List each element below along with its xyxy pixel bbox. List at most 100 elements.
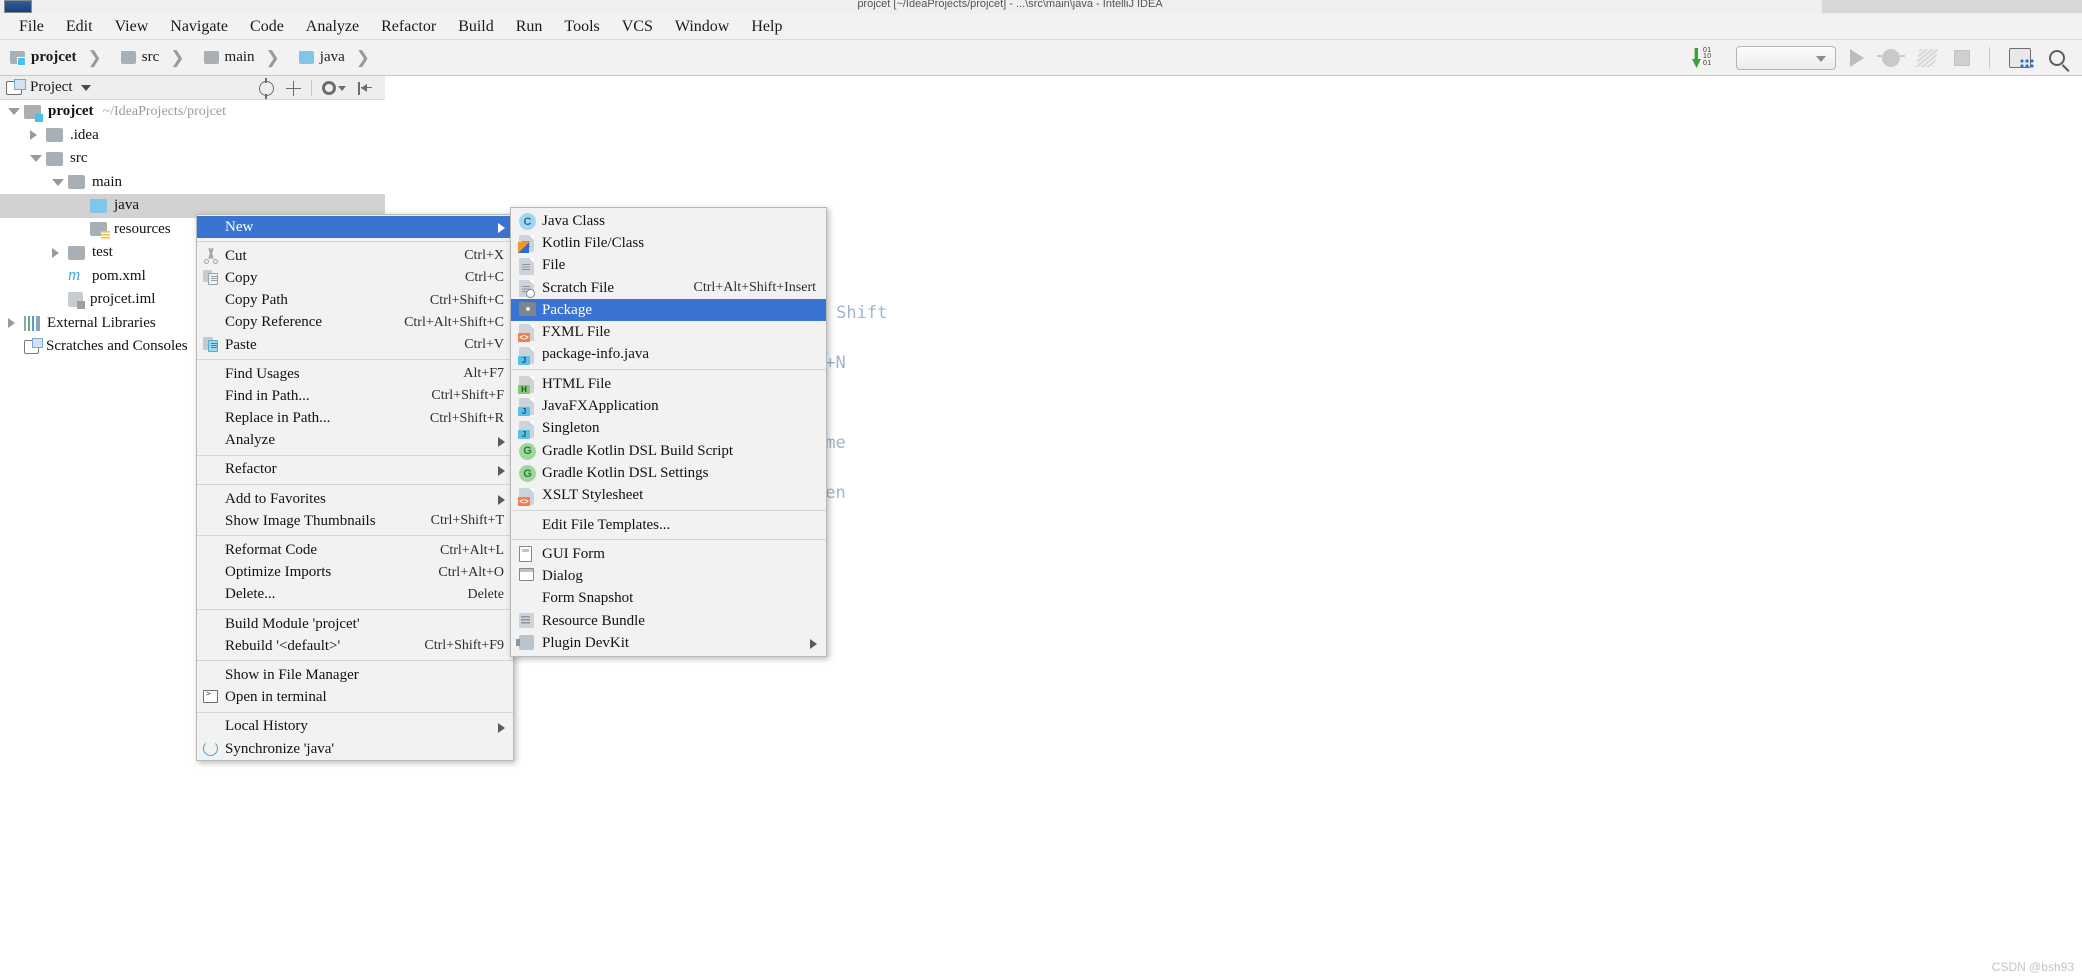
menu-navigate[interactable]: Navigate — [159, 16, 239, 38]
tree-collapse-arrow[interactable] — [30, 155, 46, 163]
context-menu-item-analyze[interactable]: Analyze — [197, 430, 513, 452]
window-controls[interactable] — [1822, 0, 2082, 13]
new-submenu-item-form-snapshot[interactable]: Form Snapshot — [511, 588, 826, 610]
new-submenu-item-javafxapplication[interactable]: J JavaFXApplication — [511, 395, 826, 417]
breadcrumb-item-projcet[interactable]: projcet — [0, 40, 77, 76]
tree-expand-arrow[interactable] — [30, 130, 46, 141]
new-submenu-item-kotlin-file-class[interactable]: Kotlin File/Class — [511, 232, 826, 254]
new-submenu-item-edit-file-templates[interactable]: Edit File Templates... — [511, 514, 826, 536]
stop-icon[interactable] — [1954, 50, 1970, 66]
context-menu-item-build-module-projcet[interactable]: Build Module 'projcet' — [197, 613, 513, 635]
tree-node-src[interactable]: src — [0, 147, 385, 171]
chevron-down-icon[interactable] — [80, 84, 91, 91]
hide-icon[interactable] — [358, 81, 373, 95]
new-submenu: C Java Class Kotlin File/Class File Scratch … — [510, 207, 827, 657]
menu-window[interactable]: Window — [664, 16, 740, 38]
tree-expand-arrow[interactable] — [52, 247, 68, 258]
new-submenu-item-dialog[interactable]: Dialog — [511, 565, 826, 587]
menu-item-shortcut: Delete — [467, 586, 504, 602]
context-menu-item-synchronize-java[interactable]: Synchronize 'java' — [197, 738, 513, 760]
context-menu-item-optimize-imports[interactable]: Optimize Imports Ctrl+Alt+O — [197, 562, 513, 584]
context-menu-item-show-in-file-manager[interactable]: Show in File Manager — [197, 664, 513, 686]
source-folder-icon — [90, 198, 107, 213]
new-submenu-item-java-class[interactable]: C Java Class — [511, 210, 826, 232]
context-menu-item-cut[interactable]: Cut Ctrl+X — [197, 245, 513, 267]
new-submenu-item-gui-form[interactable]: GUI Form — [511, 543, 826, 565]
settings-icon[interactable] — [322, 81, 346, 95]
context-menu-item-reformat-code[interactable]: Reformat Code Ctrl+Alt+L — [197, 539, 513, 561]
menu-refactor[interactable]: Refactor — [370, 16, 447, 38]
context-menu-item-show-image-thumbnails[interactable]: Show Image Thumbnails Ctrl+Shift+T — [197, 510, 513, 532]
menu-code[interactable]: Code — [239, 16, 295, 38]
menu-edit[interactable]: Edit — [55, 16, 104, 38]
new-submenu-item-package-info-java[interactable]: Jpackage-info.java — [511, 344, 826, 366]
context-menu-item-find-usages[interactable]: Find Usages Alt+F7 — [197, 363, 513, 385]
menu-label: Help — [751, 17, 783, 35]
context-menu-item-copy-reference[interactable]: Copy Reference Ctrl+Alt+Shift+C — [197, 312, 513, 334]
context-menu-item-rebuild-default[interactable]: Rebuild '<default>' Ctrl+Shift+F9 — [197, 635, 513, 657]
package-icon — [519, 302, 536, 319]
search-everywhere-icon[interactable] — [2049, 50, 2065, 66]
context-menu-item-refactor[interactable]: Refactor — [197, 459, 513, 481]
new-submenu-item-gradle-kotlin-dsl-settings[interactable]: G Gradle Kotlin DSL Settings — [511, 462, 826, 484]
new-submenu-item-plugin-devkit[interactable]: Plugin DevKit — [511, 632, 826, 654]
new-submenu-item-package[interactable]: Package — [511, 299, 826, 322]
run-icon[interactable] — [1850, 49, 1864, 67]
menu-item-shortcut: Ctrl+Shift+R — [429, 410, 504, 426]
new-submenu-item-scratch-file[interactable]: Scratch File Ctrl+Alt+Shift+Insert — [511, 277, 826, 299]
database-icon[interactable] — [2009, 48, 2035, 70]
menu-item-label: Copy — [225, 269, 258, 286]
context-menu-item-add-to-favorites[interactable]: Add to Favorites — [197, 488, 513, 510]
folder-icon — [68, 175, 85, 190]
breadcrumb-item-src[interactable]: src — [111, 40, 159, 76]
gui-form-icon — [519, 546, 536, 563]
context-menu-item-replace-in-path[interactable]: Replace in Path... Ctrl+Shift+R — [197, 408, 513, 430]
select-opened-file-icon[interactable] — [259, 77, 274, 99]
breadcrumb-item-main[interactable]: main — [194, 40, 255, 76]
new-submenu-item-fxml-file[interactable]: <> FXML File — [511, 321, 826, 343]
context-menu-item-open-in-terminal[interactable]: Open in terminal — [197, 687, 513, 709]
menu-help[interactable]: Help — [740, 16, 793, 38]
new-submenu-item-file[interactable]: File — [511, 255, 826, 277]
java-class-icon: C — [519, 213, 536, 230]
chevron-icon — [30, 130, 37, 141]
menu-bar: File Edit View Navigate Code Analyze Refactor B… — [0, 14, 2082, 40]
tree-collapse-arrow[interactable] — [8, 108, 24, 116]
menu-build[interactable]: Build — [447, 16, 505, 38]
tree-expand-arrow[interactable] — [8, 318, 24, 329]
menu-run[interactable]: Run — [505, 16, 554, 38]
tree-node-main[interactable]: main — [0, 171, 385, 195]
menu-file[interactable]: File — [8, 16, 55, 38]
menu-view[interactable]: View — [104, 16, 160, 38]
menu-separator — [197, 359, 513, 361]
submenu-item-label: Gradle Kotlin DSL Settings — [542, 464, 709, 481]
menu-analyze[interactable]: Analyze — [295, 16, 370, 38]
new-submenu-item-gradle-kotlin-dsl-build-script[interactable]: G Gradle Kotlin DSL Build Script — [511, 440, 826, 462]
tree-node--idea[interactable]: .idea — [0, 124, 385, 148]
menu-vcs[interactable]: VCS — [611, 16, 664, 38]
context-menu-item-local-history[interactable]: Local History — [197, 716, 513, 738]
run-with-coverage-icon[interactable] — [1916, 49, 1938, 67]
context-menu-item-find-in-path[interactable]: Find in Path... Ctrl+Shift+F — [197, 385, 513, 407]
run-configuration-selector[interactable] — [1736, 46, 1836, 70]
new-submenu-item-resource-bundle[interactable]: Resource Bundle — [511, 610, 826, 632]
context-menu-item-delete[interactable]: Delete... Delete — [197, 584, 513, 606]
tree-node-projcet[interactable]: projcet ~/IdeaProjects/projcet — [0, 100, 385, 124]
tree-node-label: External Libraries — [47, 314, 156, 331]
collapse-all-icon[interactable] — [286, 80, 301, 96]
update-project-icon[interactable]: 01 10 01 — [1692, 47, 1722, 69]
breadcrumb-item-java[interactable]: java — [289, 40, 345, 76]
new-submenu-item-xslt-stylesheet[interactable]: <> XSLT Stylesheet — [511, 485, 826, 507]
tree-collapse-arrow[interactable] — [52, 178, 68, 186]
new-submenu-item-singleton[interactable]: J Singleton — [511, 418, 826, 440]
context-menu-item-paste[interactable]: Paste Ctrl+V — [197, 334, 513, 356]
menu-tools[interactable]: Tools — [553, 16, 610, 38]
context-menu-item-copy[interactable]: Copy Ctrl+C — [197, 267, 513, 289]
module-folder-icon — [24, 104, 43, 122]
new-submenu-item-html-file[interactable]: H HTML File — [511, 373, 826, 395]
context-menu-item-new[interactable]: New — [197, 216, 513, 239]
submenu-arrow-icon — [498, 223, 505, 233]
context-menu-item-copy-path[interactable]: Copy Path Ctrl+Shift+C — [197, 290, 513, 312]
menu-separator — [197, 241, 513, 243]
debug-icon[interactable] — [1877, 49, 1905, 67]
